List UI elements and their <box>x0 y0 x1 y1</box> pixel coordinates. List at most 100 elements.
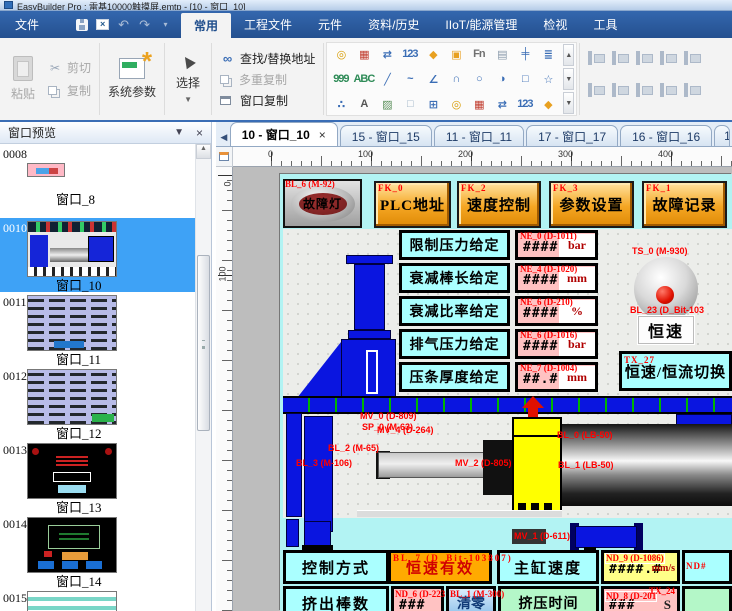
tab-close-icon[interactable]: × <box>319 128 326 142</box>
parameter-setting-button[interactable]: 参数设置 FK_3 <box>549 181 634 228</box>
ribbon-tab-iiot[interactable]: IIoT/能源管理 <box>432 11 530 38</box>
scroll-up-arrow[interactable]: ▲ <box>196 144 211 159</box>
ribbon-tab-tool[interactable]: 工具 <box>580 11 630 38</box>
window-item-14[interactable]: 0014 窗口_14 <box>0 514 196 588</box>
qat-more-button[interactable]: ▾ <box>156 15 175 35</box>
mode-lamp[interactable]: 恒速 <box>638 316 694 344</box>
doc-tab-window10[interactable]: 10 - 窗口_10 × <box>230 122 338 146</box>
panel-menu-icon[interactable]: ▼ <box>174 127 184 138</box>
window-copy-button[interactable]: 窗口复制 <box>220 92 315 109</box>
doc-tab-window15[interactable]: 15 - 窗口_15 <box>340 125 432 146</box>
find-replace-address-button[interactable]: ∞查找/替换地址 <box>220 50 315 67</box>
multistate2-icon[interactable]: ▦ <box>467 92 490 117</box>
window-item-10[interactable]: 0010 窗口_10 <box>0 218 196 292</box>
fault-record-button[interactable]: 故障记录 FK_1 <box>642 181 727 228</box>
mode-switch-button[interactable]: 恒速/恒流切换 TX_27 <box>619 351 732 391</box>
combo-button-icon[interactable]: ▤ <box>490 42 513 67</box>
scrollbar-thumb[interactable] <box>197 255 210 431</box>
freehand-icon[interactable]: ~ <box>398 67 421 92</box>
save-button[interactable] <box>72 15 91 35</box>
picture-icon[interactable]: ▨ <box>375 92 398 117</box>
multistate-lamp-icon[interactable]: ▦ <box>352 42 375 67</box>
select-dropdown-caret[interactable]: ▼ <box>184 95 192 104</box>
speed-control-button[interactable]: 速度控制 FK_2 <box>457 181 541 228</box>
ribbon-tab-project[interactable]: 工程文件 <box>231 11 305 38</box>
strip-thickness-value[interactable]: ##.# mm NE_7 (D-1004) <box>515 362 598 392</box>
align-top-icon[interactable] <box>657 50 679 68</box>
numeric-icon[interactable]: 123 <box>398 42 421 67</box>
numeric2-icon[interactable]: 123 <box>513 92 536 117</box>
panel-close-icon[interactable]: × <box>196 126 203 140</box>
design-canvas[interactable]: 故障灯 BL_6 (M-92) PLC地址 FK_0 速度控制 FK_2 参数设… <box>233 167 732 611</box>
multi-copy-button[interactable]: 多重复制 <box>220 71 315 88</box>
doc-tab-window11[interactable]: 11 - 窗口_11 <box>434 125 524 146</box>
redo-button[interactable]: ↷ <box>135 15 154 35</box>
press-time-value[interactable]: ### S ND_8 (D-201 TX_24 <box>601 586 680 611</box>
ribbon-tab-object[interactable]: 元件 <box>305 11 355 38</box>
align-middle-icon[interactable] <box>681 50 703 68</box>
copy-button[interactable]: 复制 <box>48 82 91 99</box>
decay-ratio-value[interactable]: #### % NE_6 (D-210) <box>515 296 598 326</box>
arc-icon[interactable]: ∩ <box>444 67 467 92</box>
frame-icon[interactable]: □ <box>398 92 421 117</box>
gallery-scroll-down[interactable]: ▼ <box>563 68 574 90</box>
ribbon-tab-data-history[interactable]: 资料/历史 <box>355 11 432 38</box>
ascii-display-icon[interactable]: ABC <box>352 67 375 92</box>
constant-speed-status[interactable]: 恒速有效 BL_7 (D_Bit-103807) <box>388 550 492 584</box>
ribbon-tab-view[interactable]: 检视 <box>530 11 580 38</box>
polyline-icon[interactable]: ∠ <box>421 67 444 92</box>
lamp2-icon[interactable]: ◎ <box>444 92 467 117</box>
hmi-screen-window10[interactable]: 故障灯 BL_6 (M-92) PLC地址 FK_0 速度控制 FK_2 参数设… <box>280 174 732 611</box>
window-item-15[interactable]: 0015 <box>0 588 196 611</box>
system-parameters-button[interactable]: 系统参数 <box>100 38 164 120</box>
line-icon[interactable]: ╱ <box>375 67 398 92</box>
option-list-icon[interactable]: ▣ <box>444 42 467 67</box>
file-menu[interactable]: 文件 <box>0 11 54 38</box>
lamp-icon[interactable]: ◎ <box>329 42 352 67</box>
scale-icon[interactable]: ∴ <box>329 92 352 117</box>
clear-button[interactable]: 清零 BL_1 (M-300) <box>446 586 496 611</box>
tag2-icon[interactable]: ◆ <box>536 92 559 117</box>
numeric-display-icon[interactable]: 999 <box>329 67 352 92</box>
preview-scrollbar[interactable]: ▲ <box>195 144 211 611</box>
gallery-scroll-up[interactable]: ▲ <box>563 44 574 66</box>
align-bottom-icon[interactable] <box>585 82 607 100</box>
gallery-expand[interactable]: ▼ <box>563 92 574 114</box>
plc-address-button[interactable]: PLC地址 FK_0 <box>374 181 451 228</box>
same-size-icon[interactable] <box>657 82 679 100</box>
doc-tab-partial[interactable]: 1 <box>714 125 730 146</box>
window-item-12[interactable]: 0012 窗口_12 <box>0 366 196 440</box>
paste-button[interactable]: 粘贴 <box>0 38 46 120</box>
window-item-11[interactable]: 0011 窗口_11 <box>0 292 196 366</box>
slider-icon[interactable]: ╪ <box>513 42 536 67</box>
window-item-8[interactable]: 0008 窗口_8 <box>0 144 196 218</box>
ribbon-tab-home[interactable]: 常用 <box>181 13 231 38</box>
switch2-icon[interactable]: ⇄ <box>490 92 513 117</box>
cut-button[interactable]: ✂剪切 <box>48 59 91 76</box>
window-item-13[interactable]: 0013 窗口_13 <box>0 440 196 514</box>
star-icon[interactable]: ☆ <box>536 67 559 92</box>
exhaust-pressure-value[interactable]: #### bar NE_6 (D-1016) <box>515 329 598 359</box>
decay-rod-length-value[interactable]: #### mm NE_4 (D-1020) <box>515 263 598 293</box>
pie-icon[interactable]: ◑ <box>490 67 513 92</box>
compile-button[interactable]: × <box>93 15 112 35</box>
item-view-icon[interactable]: ≣ <box>536 42 559 67</box>
table-icon[interactable]: ⊞ <box>421 92 444 117</box>
ram-speed-value[interactable]: ####.# mm/s ND_9 (D-1086) <box>601 550 680 584</box>
doc-tab-window16[interactable]: 16 - 窗口_16 <box>620 125 712 146</box>
rod-count-value[interactable]: ### ND_6 (D-223 <box>391 586 444 611</box>
align-center-icon[interactable] <box>609 50 631 68</box>
fault-lamp-button[interactable]: 故障灯 BL_6 (M-92) <box>283 179 362 228</box>
distribute-icon[interactable] <box>681 82 703 100</box>
tag-icon[interactable]: ◆ <box>421 42 444 67</box>
select-button[interactable]: ▲ 选择 ▼ <box>165 38 211 120</box>
align-left-icon[interactable] <box>585 50 607 68</box>
tab-scroll-left-icon[interactable]: ◀ <box>218 128 230 146</box>
same-height-icon[interactable] <box>633 82 655 100</box>
doc-tab-window17[interactable]: 17 - 窗口_17 <box>526 125 618 146</box>
limit-pressure-value[interactable]: #### bar NE_0 (D-1011) <box>515 230 598 260</box>
toggle-switch-icon[interactable]: ⇄ <box>375 42 398 67</box>
same-width-icon[interactable] <box>609 82 631 100</box>
function-key-icon[interactable]: Fn <box>467 42 490 67</box>
circle-icon[interactable]: ○ <box>467 67 490 92</box>
